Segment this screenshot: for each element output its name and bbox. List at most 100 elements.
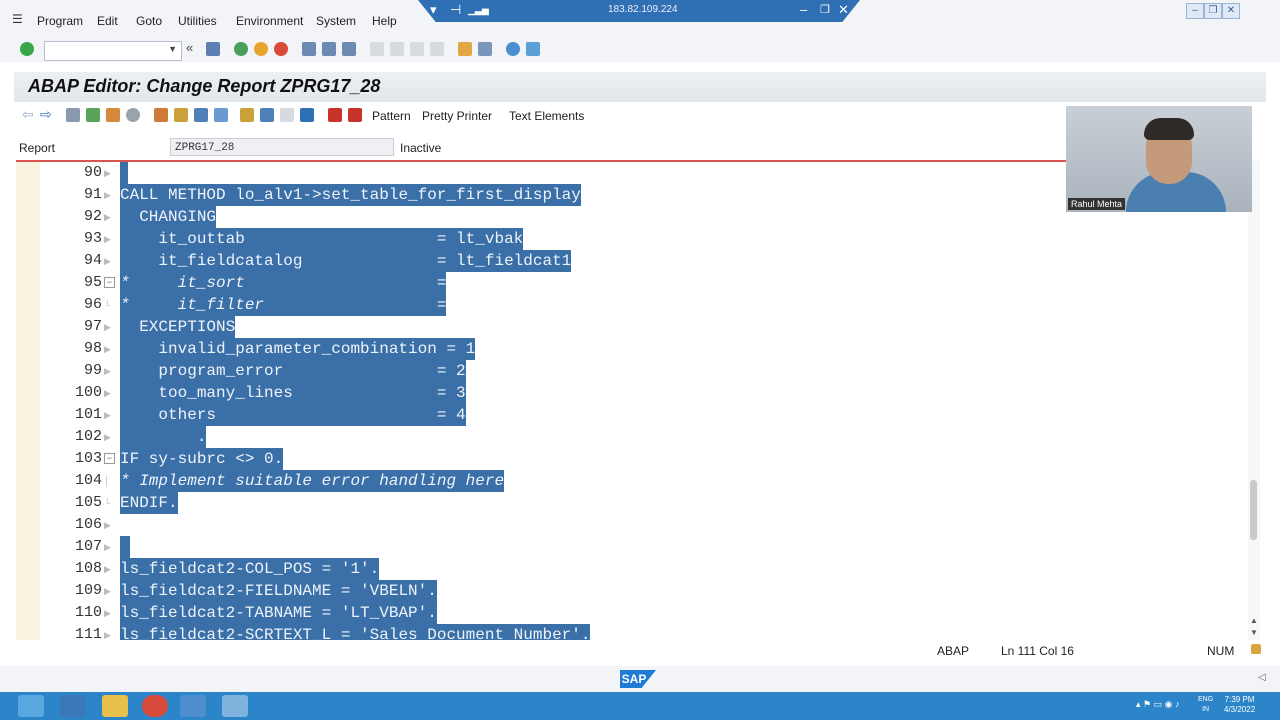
back-icon[interactable] xyxy=(234,42,248,56)
code-line: 104 │ * Implement suitable error handlin… xyxy=(16,470,1246,492)
menu-goto[interactable]: Goto xyxy=(136,14,162,28)
session-breakpoint-icon[interactable] xyxy=(348,108,362,122)
sap-menu-icon[interactable]: ☰ xyxy=(12,12,23,26)
editor-scrollbar[interactable]: ▲ ▼ xyxy=(1248,160,1260,640)
help-icon[interactable] xyxy=(506,42,520,56)
code-text: ls_fieldcat2-COL_POS = '1'. xyxy=(120,558,380,580)
enter-check-icon[interactable] xyxy=(20,42,34,56)
expand-icon[interactable]: ◁ xyxy=(1258,672,1266,683)
menu-utilities[interactable]: Utilities xyxy=(178,14,217,28)
code-line: 107 ▶ xyxy=(16,536,1246,558)
file-explorer-icon[interactable] xyxy=(102,695,128,717)
code-text: it_outtab = lt_vbak xyxy=(120,228,524,250)
object-list-icon[interactable] xyxy=(194,108,208,122)
sap-logon-icon[interactable] xyxy=(180,695,206,717)
status-settings-icon[interactable] xyxy=(1251,644,1261,654)
display-change-icon[interactable] xyxy=(66,108,80,122)
last-page-icon[interactable] xyxy=(430,42,444,56)
where-used-icon[interactable] xyxy=(174,108,188,122)
back-arrow-icon[interactable]: ⇦ xyxy=(22,106,34,123)
print-icon[interactable] xyxy=(302,42,316,56)
line-marker-icon: ▶ xyxy=(104,388,111,398)
activate-icon[interactable] xyxy=(126,108,140,122)
clock[interactable]: 7:39 PM 4/3/2022 xyxy=(1224,695,1255,715)
info-icon[interactable] xyxy=(300,108,314,122)
cancel-icon[interactable] xyxy=(274,42,288,56)
menu-system[interactable]: System xyxy=(316,14,356,28)
line-marker-icon: ▶ xyxy=(104,212,111,222)
window-close-button[interactable]: ✕ xyxy=(1222,3,1240,19)
menu-edit[interactable]: Edit xyxy=(97,14,118,28)
restore-icon[interactable]: ❐ xyxy=(820,3,830,16)
line-number: 95 xyxy=(83,274,102,291)
start-icon[interactable] xyxy=(18,695,44,717)
scroll-up-icon[interactable]: ▲ xyxy=(1250,616,1258,625)
line-number: 107 xyxy=(74,538,102,555)
powershell-icon[interactable] xyxy=(60,695,86,717)
code-editor[interactable]: 90 ▶ 91 ▶ CALL METHOD lo_alv1->set_table… xyxy=(16,160,1260,642)
new-session-icon[interactable] xyxy=(458,42,472,56)
text-elements-button[interactable]: Text Elements xyxy=(509,109,584,123)
collapse-icon[interactable]: « xyxy=(186,40,200,55)
chevron-down-icon[interactable]: ▼ xyxy=(168,44,177,54)
code-line: 99 ▶ program_error = 2 xyxy=(16,360,1246,382)
pin-icon[interactable]: ⊣ xyxy=(450,2,461,18)
sap-gui-window-icon[interactable] xyxy=(222,695,248,717)
code-text: CHANGING xyxy=(120,206,217,228)
find-icon[interactable] xyxy=(322,42,336,56)
line-marker-icon: ▶ xyxy=(104,608,111,618)
code-text: ls_fieldcat2-FIELDNAME = 'VBELN'. xyxy=(120,580,437,602)
dropdown-icon[interactable]: ▾ xyxy=(430,2,437,18)
scroll-down-icon[interactable]: ▼ xyxy=(1250,628,1258,637)
line-marker-icon: ▶ xyxy=(104,586,111,596)
navigation-window-icon[interactable] xyxy=(214,108,228,122)
disabled-icon[interactable] xyxy=(280,108,294,122)
first-page-icon[interactable] xyxy=(370,42,384,56)
code-line: 96 └ * it_filter = xyxy=(16,294,1246,316)
save-icon[interactable] xyxy=(206,42,220,56)
layout-menu-icon[interactable] xyxy=(526,42,540,56)
minimize-icon[interactable]: ‒ xyxy=(800,2,807,17)
menu-program[interactable]: Program xyxy=(37,14,83,28)
window-minimize-button[interactable]: ‒ xyxy=(1186,3,1204,19)
code-text: ENDIF. xyxy=(120,492,178,514)
menu-help[interactable]: Help xyxy=(372,14,397,28)
command-field[interactable]: ▼ xyxy=(44,41,182,61)
fold-collapse-icon[interactable]: − xyxy=(104,277,115,288)
code-line: 98 ▶ invalid_parameter_combination = 1 xyxy=(16,338,1246,360)
test-icon[interactable] xyxy=(154,108,168,122)
language-indicator[interactable]: ENG IN xyxy=(1198,695,1213,715)
remote-connection-bar: ▾ ⊣ ▁▃▅ 183.82.109.224 ‒ ❐ ✕ xyxy=(418,0,860,22)
previous-page-icon[interactable] xyxy=(390,42,404,56)
code-line: 108 ▶ ls_fieldcat2-COL_POS = '1'. xyxy=(16,558,1246,580)
code-line: 105 └ ENDIF. xyxy=(16,492,1246,514)
chrome-icon[interactable] xyxy=(142,695,168,717)
exit-icon[interactable] xyxy=(254,42,268,56)
presenter-hair xyxy=(1144,118,1194,140)
enhance-icon[interactable] xyxy=(260,108,274,122)
scrollbar-thumb[interactable] xyxy=(1250,480,1257,540)
line-marker-icon: ▶ xyxy=(104,256,111,266)
pretty-printer-button[interactable]: Pretty Printer xyxy=(422,109,492,123)
line-marker-icon: ▶ xyxy=(104,344,111,354)
window-restore-button[interactable]: ❐ xyxy=(1204,3,1222,19)
next-page-icon[interactable] xyxy=(410,42,424,56)
code-line: 95 − * it_sort = xyxy=(16,272,1246,294)
find-next-icon[interactable] xyxy=(342,42,356,56)
system-tray-icons[interactable]: ▴ ⚑ ▭ ◉ ♪ xyxy=(1136,699,1179,710)
shortcut-icon[interactable] xyxy=(478,42,492,56)
other-object-icon[interactable] xyxy=(86,108,100,122)
menu-environment[interactable]: Environment xyxy=(236,14,303,28)
status-bar: ABAP Ln 111 Col 16 NUM xyxy=(0,640,1280,666)
fold-collapse-icon[interactable]: − xyxy=(104,453,115,464)
check-icon[interactable] xyxy=(106,108,120,122)
line-marker-icon: ▶ xyxy=(104,322,111,332)
close-icon[interactable]: ✕ xyxy=(838,2,849,18)
hierarchy-icon[interactable] xyxy=(240,108,254,122)
code-text: program_error = 2 xyxy=(120,360,466,382)
taskbar: ▴ ⚑ ▭ ◉ ♪ ENG IN 7:39 PM 4/3/2022 xyxy=(0,692,1280,720)
pattern-button[interactable]: Pattern xyxy=(372,109,411,123)
code-text xyxy=(120,536,130,558)
forward-arrow-icon[interactable]: ⇨ xyxy=(40,106,52,123)
breakpoint-icon[interactable] xyxy=(328,108,342,122)
